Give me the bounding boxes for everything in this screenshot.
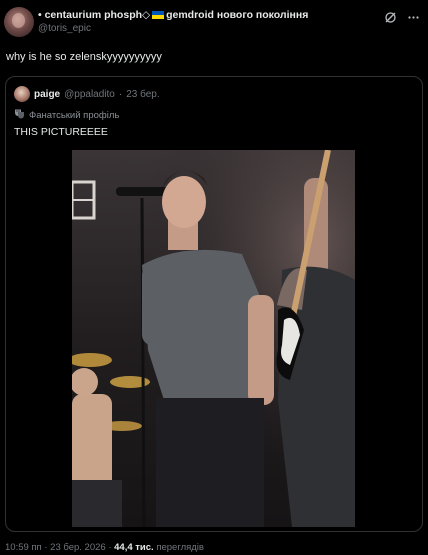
tweet-time[interactable]: 10:59 пп	[5, 542, 42, 553]
author-info: • centaurium phosph◇ gemdroid нового пок…	[38, 9, 368, 34]
display-name-text-2: gemdroid нового покоління	[166, 9, 309, 21]
quoted-tweet-text: THIS PICTUREEEE	[14, 126, 108, 138]
grok-icon[interactable]	[384, 11, 397, 24]
tweet-header: • centaurium phosph◇ gemdroid нового пок…	[4, 7, 420, 39]
quoted-author-handle: @ppaladito	[64, 88, 115, 100]
quoted-tweet-photo[interactable]	[72, 150, 355, 527]
display-name-text-1: • centaurium phosph◇	[38, 9, 151, 21]
dot-separator: ·	[118, 88, 123, 100]
quoted-tweet-header: paige @ppaladito · 23 бер.	[14, 86, 160, 102]
ukraine-flag-icon	[152, 11, 165, 19]
more-icon[interactable]	[407, 11, 420, 24]
header-actions	[384, 11, 420, 24]
tweet-text: why is he so zelenskyyyyyyyyyy	[6, 51, 162, 63]
dot-separator: ·	[108, 542, 112, 553]
fan-profile-label: Фанатський профіль	[14, 108, 119, 122]
quoted-tweet[interactable]: paige @ppaladito · 23 бер. Фанатський пр…	[5, 76, 423, 532]
quoted-author-name: paige	[34, 88, 61, 100]
tweet-date[interactable]: 23 бер. 2026	[50, 542, 106, 553]
quoted-author-avatar	[14, 86, 30, 102]
tweet-meta: 10:59 пп · 23 бер. 2026 · 44,4 тис. пере…	[5, 542, 204, 553]
theater-mask-icon	[14, 108, 25, 122]
author-avatar[interactable]	[4, 7, 34, 37]
tweet-page: • centaurium phosph◇ gemdroid нового пок…	[0, 0, 428, 555]
author-display-name[interactable]: • centaurium phosph◇ gemdroid нового пок…	[38, 9, 368, 21]
author-handle[interactable]: @toris_epic	[38, 23, 368, 34]
dot-separator: ·	[44, 542, 48, 553]
views-label: переглядів	[156, 542, 204, 553]
fan-profile-text: Фанатський профіль	[29, 109, 120, 121]
views-count: 44,4 тис.	[114, 542, 154, 553]
quoted-tweet-date: 23 бер.	[126, 88, 160, 100]
